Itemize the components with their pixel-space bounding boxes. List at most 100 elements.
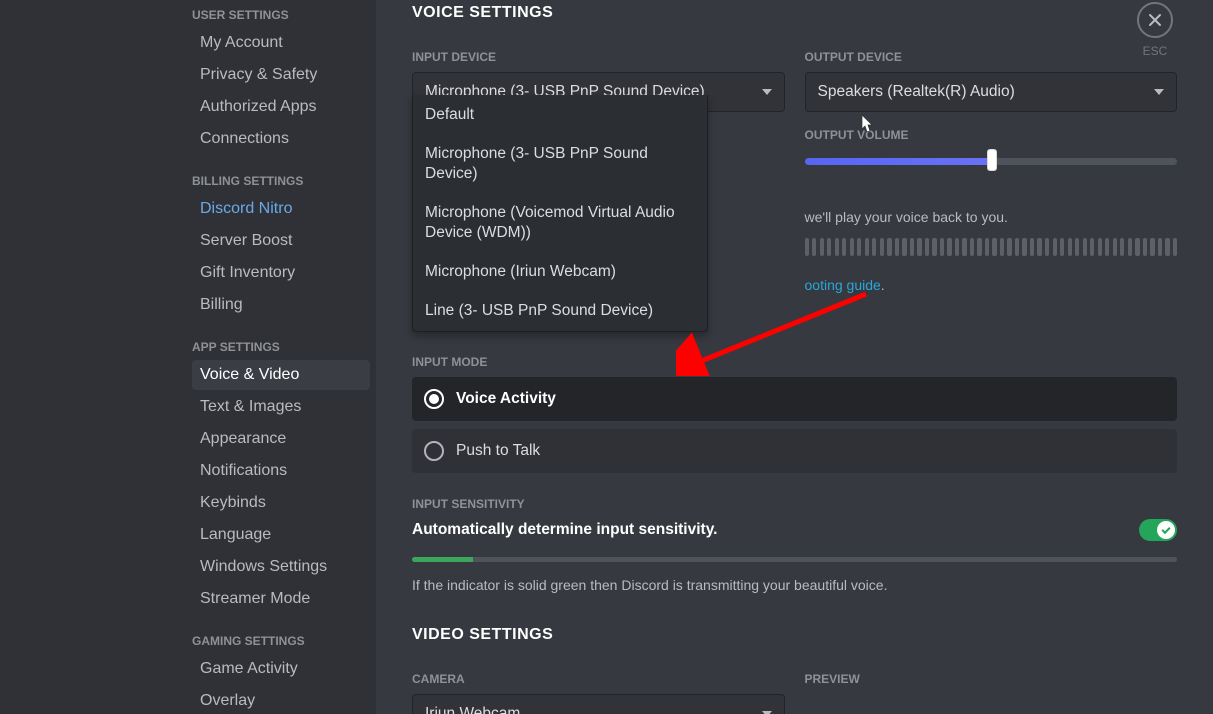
mic-segment: [1007, 238, 1011, 256]
mic-segment: [1173, 238, 1177, 256]
sidebar-item-appearance[interactable]: Appearance: [192, 424, 370, 454]
input-device-label: INPUT DEVICE: [412, 50, 785, 64]
mic-segment: [1158, 238, 1162, 256]
sidebar-section-header: APP SETTINGS: [192, 334, 370, 360]
sidebar-item-privacy-safety[interactable]: Privacy & Safety: [192, 60, 370, 90]
mic-segment: [1015, 238, 1019, 256]
auto-sensitivity-toggle[interactable]: [1139, 519, 1177, 541]
sidebar-item-notifications[interactable]: Notifications: [192, 456, 370, 486]
mic-segment: [1060, 238, 1064, 256]
sensitivity-help: If the indicator is solid green then Dis…: [412, 576, 1177, 596]
camera-select[interactable]: Iriun Webcam: [412, 694, 785, 714]
mic-segment: [1150, 238, 1154, 256]
mic-segment: [1128, 238, 1132, 256]
sidebar-item-gift-inventory[interactable]: Gift Inventory: [192, 258, 370, 288]
radio-label: Voice Activity: [456, 390, 556, 408]
mic-segment: [902, 238, 906, 256]
mic-segment: [985, 238, 989, 256]
radio-push-to-talk[interactable]: Push to Talk: [412, 429, 1177, 473]
chevron-down-icon: [1154, 89, 1164, 95]
input-sensitivity-label: INPUT SENSITIVITY: [412, 497, 1177, 511]
close-button[interactable]: [1137, 2, 1173, 38]
mic-segment: [955, 238, 959, 256]
mic-segment: [1037, 238, 1041, 256]
mic-segment: [1105, 238, 1109, 256]
mic-segment: [865, 238, 869, 256]
dropdown-option[interactable]: Line (3- USB PnP Sound Device): [413, 291, 707, 330]
camera-value: Iriun Webcam: [425, 705, 520, 714]
mic-segment: [940, 238, 944, 256]
output-device-label: OUTPUT DEVICE: [805, 50, 1178, 64]
mic-segment: [827, 238, 831, 256]
output-volume-slider[interactable]: [805, 150, 1178, 172]
sidebar-item-server-boost[interactable]: Server Boost: [192, 226, 370, 256]
mic-segment: [1143, 238, 1147, 256]
dropdown-option[interactable]: Default: [413, 95, 707, 134]
mic-segment: [1098, 238, 1102, 256]
sensitivity-bar: [412, 557, 1177, 562]
mic-segment: [850, 238, 854, 256]
troubleshoot-text: ooting guide.: [805, 276, 1178, 296]
mic-segment: [1053, 238, 1057, 256]
slider-thumb[interactable]: [987, 149, 997, 171]
settings-content: ESC VOICE SETTINGS INPUT DEVICE Micropho…: [376, 0, 1213, 714]
settings-sidebar: USER SETTINGSMy AccountPrivacy & SafetyA…: [0, 0, 376, 714]
preview-label: PREVIEW: [805, 672, 1178, 686]
sidebar-item-language[interactable]: Language: [192, 520, 370, 550]
close-icon: [1147, 12, 1163, 28]
mic-segment: [1075, 238, 1079, 256]
mic-segment: [805, 238, 809, 256]
sidebar-section-header: BILLING SETTINGS: [192, 168, 370, 194]
sidebar-item-authorized-apps[interactable]: Authorized Apps: [192, 92, 370, 122]
output-device-select[interactable]: Speakers (Realtek(R) Audio): [805, 72, 1178, 112]
radio-label: Push to Talk: [456, 442, 540, 460]
mic-segment: [925, 238, 929, 256]
sidebar-section-header: USER SETTINGS: [192, 2, 370, 28]
mic-segment: [917, 238, 921, 256]
sidebar-item-overlay[interactable]: Overlay: [192, 686, 370, 714]
mic-segment: [977, 238, 981, 256]
sidebar-item-billing[interactable]: Billing: [192, 290, 370, 320]
mic-segment: [820, 238, 824, 256]
sidebar-item-voice-video[interactable]: Voice & Video: [192, 360, 370, 390]
mic-segment: [1000, 238, 1004, 256]
auto-sensitivity-label: Automatically determine input sensitivit…: [412, 521, 717, 539]
mic-segment: [842, 238, 846, 256]
sidebar-item-connections[interactable]: Connections: [192, 124, 370, 154]
mic-segment: [1083, 238, 1087, 256]
sidebar-item-streamer-mode[interactable]: Streamer Mode: [192, 584, 370, 614]
mic-segment: [812, 238, 816, 256]
dropdown-option[interactable]: Microphone (Voicemod Virtual Audio Devic…: [413, 193, 707, 252]
mic-segment: [857, 238, 861, 256]
dropdown-option[interactable]: Microphone (Iriun Webcam): [413, 252, 707, 291]
troubleshoot-link[interactable]: ooting guide: [805, 277, 881, 293]
mic-segment: [962, 238, 966, 256]
mic-segment: [910, 238, 914, 256]
mic-segment: [1120, 238, 1124, 256]
mic-segment: [947, 238, 951, 256]
radio-icon: [424, 389, 444, 409]
sidebar-item-text-images[interactable]: Text & Images: [192, 392, 370, 422]
sidebar-item-my-account[interactable]: My Account: [192, 28, 370, 58]
dropdown-option[interactable]: Microphone (3- USB PnP Sound Device): [413, 134, 707, 193]
radio-voice-activity[interactable]: Voice Activity: [412, 377, 1177, 421]
mic-segment: [880, 238, 884, 256]
sidebar-item-keybinds[interactable]: Keybinds: [192, 488, 370, 518]
mic-segment: [1165, 238, 1169, 256]
sidebar-item-discord-nitro[interactable]: Discord Nitro: [192, 194, 370, 224]
sidebar-item-game-activity[interactable]: Game Activity: [192, 654, 370, 684]
radio-icon: [424, 441, 444, 461]
mic-segment: [872, 238, 876, 256]
mic-segment: [835, 238, 839, 256]
page-title: VOICE SETTINGS: [412, 4, 1177, 22]
output-device-value: Speakers (Realtek(R) Audio): [818, 83, 1015, 101]
toggle-thumb: [1157, 521, 1175, 539]
mic-segment: [1113, 238, 1117, 256]
mic-level-meter: [805, 238, 1178, 256]
sidebar-item-windows-settings[interactable]: Windows Settings: [192, 552, 370, 582]
mic-segment: [895, 238, 899, 256]
check-icon: [1161, 525, 1170, 534]
mic-segment: [992, 238, 996, 256]
sidebar-section-header: GAMING SETTINGS: [192, 628, 370, 654]
input-mode-label: INPUT MODE: [412, 355, 1177, 369]
